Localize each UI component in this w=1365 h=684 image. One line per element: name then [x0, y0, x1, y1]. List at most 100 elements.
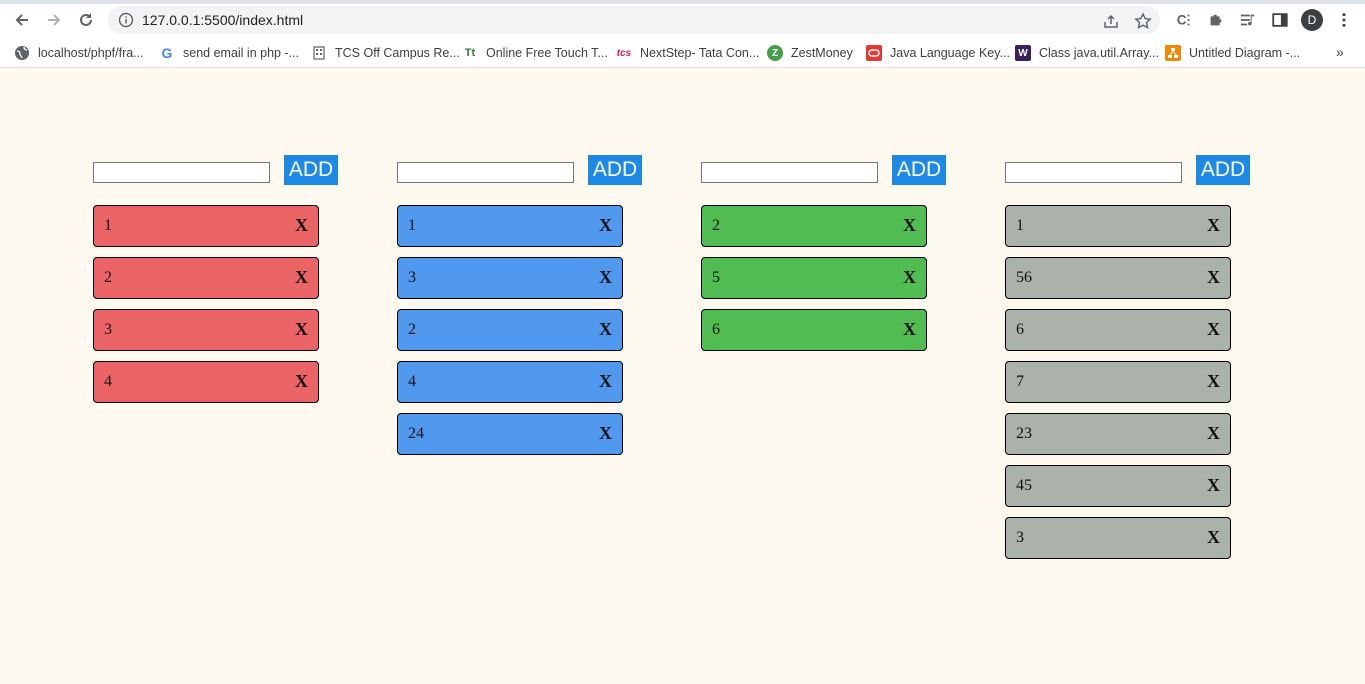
add-button[interactable]: ADD	[1196, 155, 1250, 185]
bookmark-item[interactable]: G send email in php -...	[159, 44, 300, 62]
remove-item-button[interactable]: X	[903, 267, 916, 288]
oracle-icon	[866, 45, 882, 61]
url-text[interactable]: 127.0.0.1:5500/index.html	[142, 12, 303, 28]
info-icon[interactable]	[118, 12, 134, 28]
profile-avatar[interactable]: D	[1301, 9, 1323, 31]
list-item: 1X	[93, 205, 319, 247]
remove-item-button[interactable]: X	[1207, 423, 1220, 444]
remove-item-button[interactable]: X	[1207, 319, 1220, 340]
bookmark-item[interactable]: Java Language Key...	[866, 44, 1010, 62]
add-item-input[interactable]	[701, 162, 878, 183]
add-row: ADD	[1005, 155, 1265, 185]
remove-item-button[interactable]: X	[1207, 527, 1220, 548]
bookmark-item[interactable]: Tt Online Free Touch T...	[462, 44, 608, 62]
remove-item-button[interactable]: X	[599, 215, 612, 236]
remove-item-button[interactable]: X	[1207, 475, 1220, 496]
remove-item-button[interactable]: X	[1207, 371, 1220, 392]
reload-icon	[80, 13, 92, 26]
remove-item-button[interactable]: X	[295, 371, 308, 392]
add-item-input[interactable]	[397, 162, 574, 183]
reload-button[interactable]	[74, 8, 98, 32]
list-item: 4X	[397, 361, 623, 403]
arrow-left-icon	[15, 14, 28, 26]
add-button[interactable]: ADD	[892, 155, 946, 185]
list-item: 1X	[1005, 205, 1231, 247]
bookmark-label: Java Language Key...	[890, 46, 1010, 60]
add-button[interactable]: ADD	[284, 155, 338, 185]
item-text: 56	[1016, 269, 1032, 286]
remove-item-button[interactable]: X	[599, 319, 612, 340]
list-item: 24 X	[397, 413, 623, 455]
list-column: ADD 1 X 3 X 2 X 4 X 24 X	[397, 155, 657, 455]
more-bookmarks-button[interactable]: »	[1336, 44, 1344, 60]
item-list: 1 X 56 X 6 X 7 X 23 X 45 X 3 X	[1005, 205, 1231, 569]
remove-item-button[interactable]: X	[599, 371, 612, 392]
item-text: 3	[1016, 529, 1024, 546]
bookmark-item[interactable]: tcs NextStep- Tata Con...	[616, 44, 760, 62]
list-item: 4X	[93, 361, 319, 403]
item-text: 2	[408, 321, 416, 338]
list-item: 45 X	[1005, 465, 1231, 507]
list-item: 23 X	[1005, 413, 1231, 455]
item-text: 45	[1016, 477, 1032, 494]
remove-item-button[interactable]: X	[295, 319, 308, 340]
svg-text:C: C	[1177, 13, 1187, 28]
bookmark-item[interactable]: Z ZestMoney	[767, 44, 853, 62]
bookmark-item[interactable]: W Class java.util.Array...	[1015, 44, 1159, 62]
list-item: 56 X	[1005, 257, 1231, 299]
list-item: 1X	[397, 205, 623, 247]
item-text: 3	[408, 269, 416, 286]
remove-item-button[interactable]: X	[903, 319, 916, 340]
bookmark-label: localhost/phpf/fra...	[38, 46, 144, 60]
tcs-icon: tcs	[616, 47, 632, 59]
item-text: 1	[1016, 217, 1024, 234]
item-text: 4	[104, 373, 112, 390]
list-column: ADD 1 X 56 X 6 X 7 X 23 X 45 X 3 X	[1005, 155, 1265, 559]
add-item-input[interactable]	[1005, 162, 1182, 183]
remove-item-button[interactable]: X	[1207, 215, 1220, 236]
zestmoney-icon: Z	[767, 45, 783, 61]
list-item: 3X	[1005, 517, 1231, 559]
remove-item-button[interactable]: X	[1207, 267, 1220, 288]
remove-item-button[interactable]: X	[295, 267, 308, 288]
remove-item-button[interactable]: X	[903, 215, 916, 236]
reading-list-icon[interactable]	[1238, 10, 1258, 30]
remove-item-button[interactable]: X	[599, 267, 612, 288]
bookmark-item[interactable]: TCS Off Campus Re...	[311, 44, 460, 62]
item-list: 1 X 3 X 2 X 4 X 24 X	[397, 205, 623, 465]
share-icon[interactable]	[1102, 12, 1120, 30]
list-item: 2X	[701, 205, 927, 247]
list-item: 6X	[701, 309, 927, 351]
item-text: 6	[1016, 321, 1024, 338]
list-item: 7X	[1005, 361, 1231, 403]
add-row: ADD	[93, 155, 353, 185]
arrow-right-icon	[48, 14, 61, 26]
remove-item-button[interactable]: X	[599, 423, 612, 444]
more-menu-icon[interactable]	[1334, 10, 1354, 30]
item-text: 1	[104, 217, 112, 234]
list-item: 6X	[1005, 309, 1231, 351]
bookmark-item[interactable]: localhost/phpf/fra...	[14, 44, 144, 62]
address-bar[interactable]: 127.0.0.1:5500/index.html	[108, 6, 1160, 34]
item-text: 2	[104, 269, 112, 286]
item-text: 23	[1016, 425, 1032, 442]
bookmark-label: Online Free Touch T...	[486, 46, 608, 60]
bookmark-label: ZestMoney	[791, 46, 853, 60]
forward-button[interactable]	[42, 8, 66, 32]
add-row: ADD	[397, 155, 657, 185]
remove-item-button[interactable]: X	[295, 215, 308, 236]
add-item-input[interactable]	[93, 162, 270, 183]
add-button[interactable]: ADD	[588, 155, 642, 185]
bookmark-star-icon[interactable]	[1134, 12, 1152, 30]
item-list: 2X5X6X	[701, 205, 927, 361]
building-icon	[311, 45, 327, 61]
extensions-puzzle-icon[interactable]	[1206, 10, 1226, 30]
globe-icon	[14, 45, 30, 61]
bookmark-item[interactable]: Untitled Diagram -...	[1165, 44, 1300, 62]
add-row: ADD	[701, 155, 961, 185]
list-item: 3X	[397, 257, 623, 299]
list-item: 3X	[93, 309, 319, 351]
back-button[interactable]	[10, 8, 34, 32]
side-panel-icon[interactable]	[1270, 10, 1290, 30]
extension-c-icon[interactable]: C	[1174, 10, 1194, 30]
